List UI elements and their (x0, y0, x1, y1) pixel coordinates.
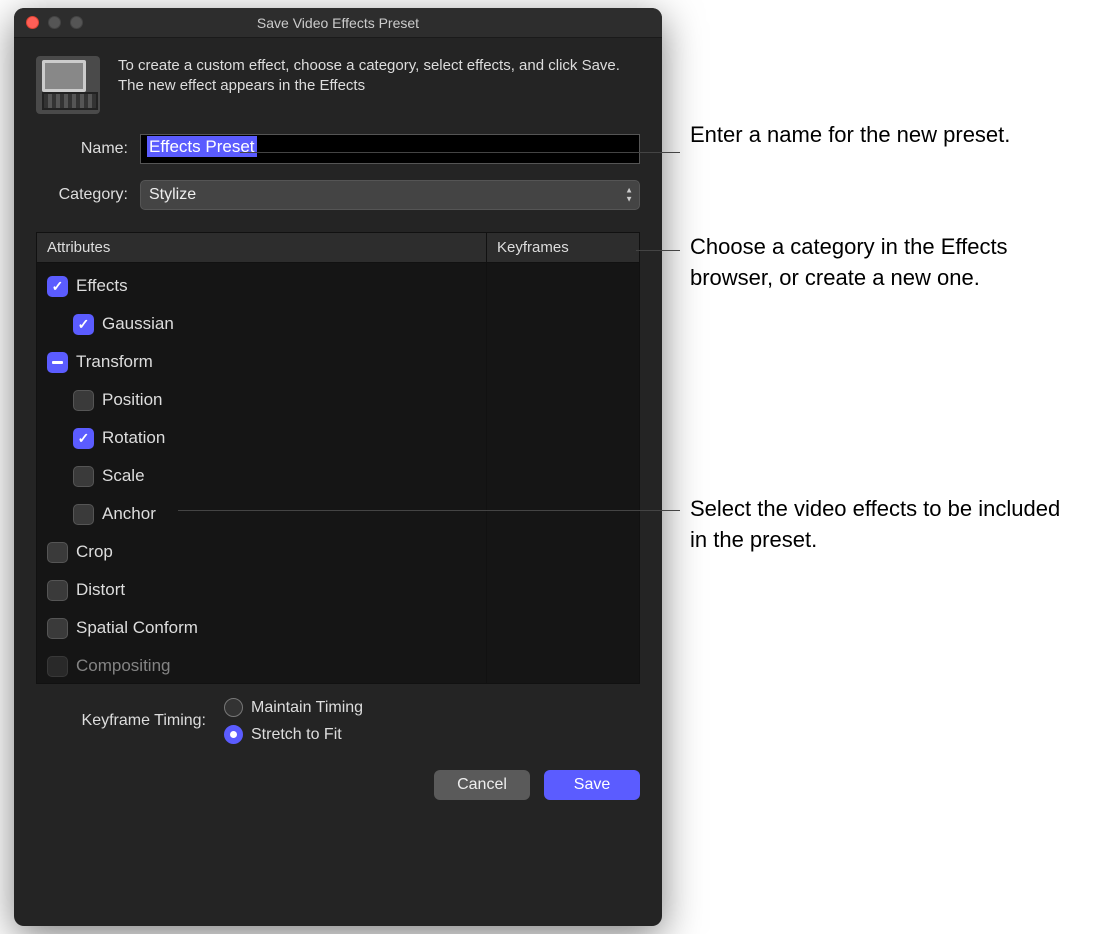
tree-row-scale[interactable]: Scale (37, 457, 486, 495)
name-value: Effects Preset (147, 136, 257, 157)
checkbox-transform[interactable] (47, 352, 68, 373)
save-preset-dialog: Save Video Effects Preset To create a cu… (14, 8, 662, 926)
effects-preset-icon (36, 56, 100, 114)
radio-maintain-timing[interactable]: Maintain Timing (224, 698, 363, 717)
attributes-col-header[interactable]: Attributes (37, 233, 487, 262)
keyframes-col-header[interactable]: Keyframes (487, 233, 639, 262)
close-icon[interactable] (26, 16, 39, 29)
save-button[interactable]: Save (544, 770, 640, 800)
checkbox-distort[interactable] (47, 580, 68, 601)
keyframes-column (487, 263, 639, 683)
intro-text: To create a custom effect, choose a cate… (118, 56, 640, 114)
attributes-header: Attributes Keyframes (37, 233, 639, 263)
keyframe-timing-row: Keyframe Timing: Maintain Timing Stretch… (14, 684, 662, 750)
name-label: Name: (36, 140, 128, 158)
zoom-icon (70, 16, 83, 29)
radio-stretch-to-fit[interactable]: Stretch to Fit (224, 725, 363, 744)
chevron-updown-icon: ▲▼ (625, 187, 633, 204)
checkbox-effects[interactable] (47, 276, 68, 297)
tree-row-spatial-conform[interactable]: Spatial Conform (37, 609, 486, 647)
window-title: Save Video Effects Preset (14, 15, 662, 31)
callout-category: Choose a category in the Effects browser… (690, 232, 1070, 294)
category-row: Category: Stylize ▲▼ (14, 172, 662, 218)
callout-name: Enter a name for the new preset. (690, 120, 1020, 151)
name-input[interactable]: Effects Preset (140, 134, 640, 164)
attributes-tree: Effects Gaussian Transform Position Rota… (37, 263, 487, 683)
category-label: Category: (36, 186, 128, 204)
leader-line (240, 152, 680, 153)
tree-row-distort[interactable]: Distort (37, 571, 486, 609)
tree-row-gaussian[interactable]: Gaussian (37, 305, 486, 343)
tree-row-rotation[interactable]: Rotation (37, 419, 486, 457)
callout-effects: Select the video effects to be included … (690, 494, 1080, 556)
minimize-icon (48, 16, 61, 29)
checkbox-gaussian[interactable] (73, 314, 94, 335)
window-controls (26, 16, 83, 29)
cancel-button[interactable]: Cancel (434, 770, 530, 800)
header-row: To create a custom effect, choose a cate… (14, 38, 662, 126)
checkbox-compositing[interactable] (47, 656, 68, 677)
tree-row-effects[interactable]: Effects (37, 267, 486, 305)
leader-line (636, 250, 680, 251)
tree-row-transform[interactable]: Transform (37, 343, 486, 381)
radio-icon-selected[interactable] (224, 725, 243, 744)
checkbox-position[interactable] (73, 390, 94, 411)
leader-line (178, 510, 680, 511)
checkbox-crop[interactable] (47, 542, 68, 563)
checkbox-anchor[interactable] (73, 504, 94, 525)
tree-row-compositing[interactable]: Compositing (37, 647, 486, 683)
checkbox-rotation[interactable] (73, 428, 94, 449)
category-select[interactable]: Stylize ▲▼ (140, 180, 640, 210)
checkbox-spatial-conform[interactable] (47, 618, 68, 639)
checkbox-scale[interactable] (73, 466, 94, 487)
attributes-panel: Attributes Keyframes Effects Gaussian Tr… (36, 232, 640, 684)
tree-row-crop[interactable]: Crop (37, 533, 486, 571)
tree-row-anchor[interactable]: Anchor (37, 495, 486, 533)
titlebar: Save Video Effects Preset (14, 8, 662, 38)
keyframe-timing-label: Keyframe Timing: (36, 712, 206, 730)
category-value: Stylize (149, 186, 196, 204)
tree-row-position[interactable]: Position (37, 381, 486, 419)
name-row: Name: Effects Preset (14, 126, 662, 172)
button-row: Cancel Save (14, 750, 662, 820)
radio-icon[interactable] (224, 698, 243, 717)
